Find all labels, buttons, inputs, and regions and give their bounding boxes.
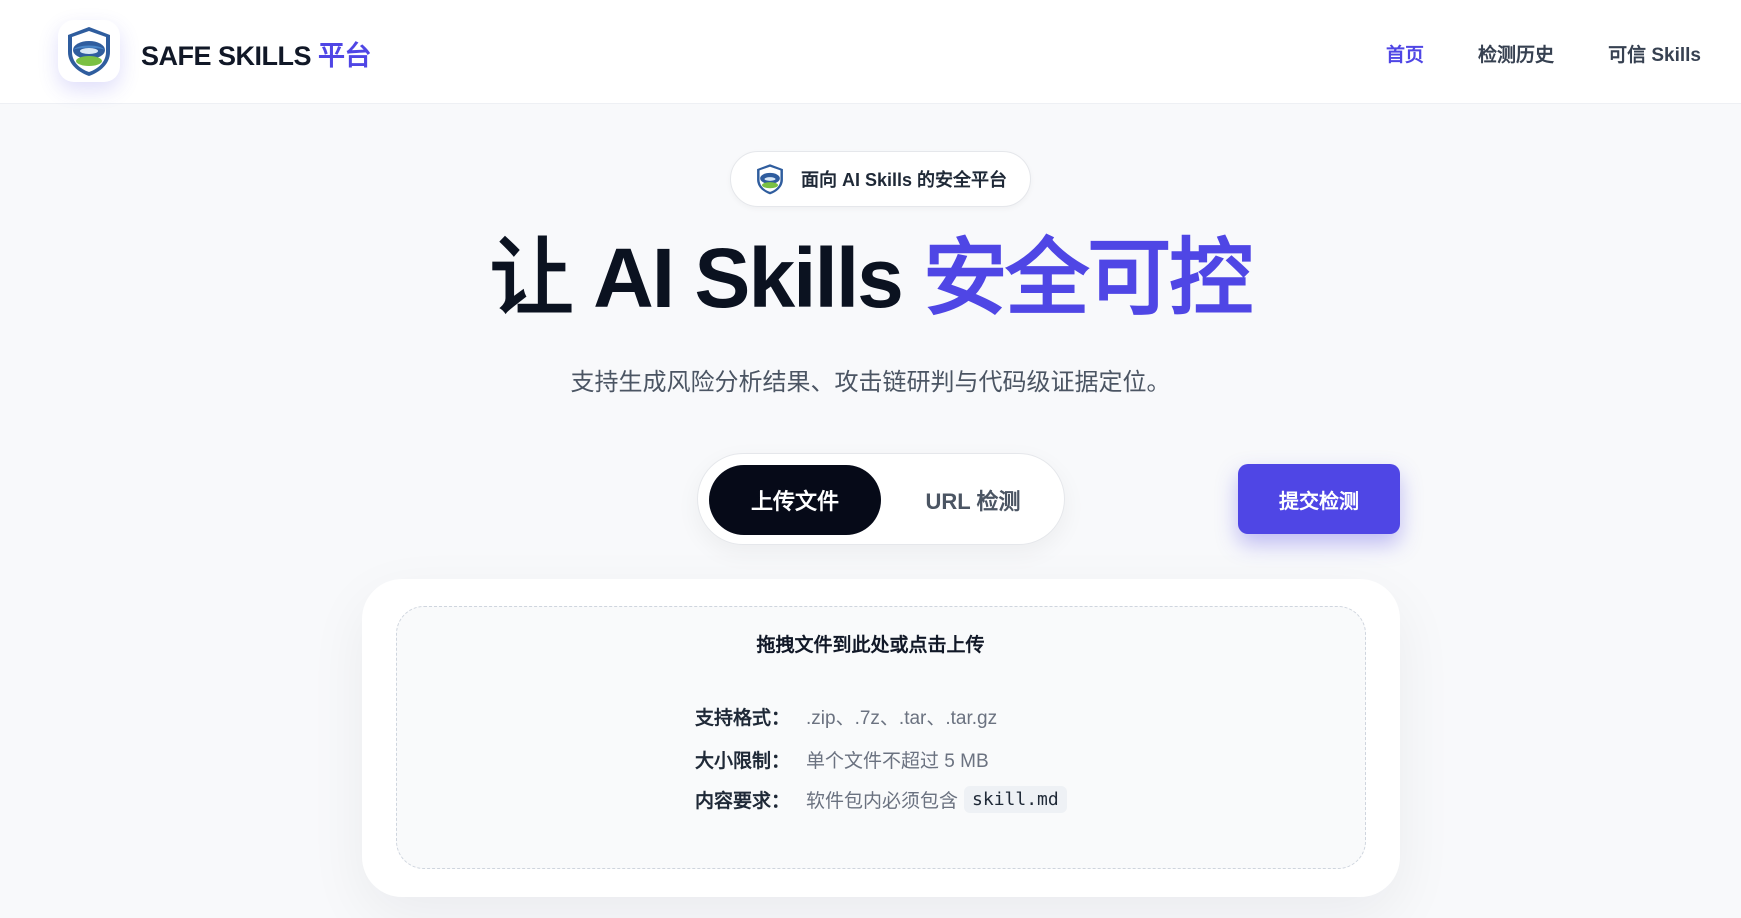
submit-check-button[interactable]: 提交检测: [1238, 464, 1400, 534]
hero-badge: 面向 AI Skills 的安全平台: [730, 151, 1031, 207]
hero-subtitle: 支持生成风险分析结果、攻击链研判与代码级证据定位。: [570, 369, 1171, 396]
upload-info-row: 大小限制： 单个文件不超过 5 MB: [695, 746, 989, 773]
required-file-code: skill.md: [964, 786, 1067, 813]
nav-history[interactable]: 检测历史: [1478, 40, 1554, 67]
brand-title[interactable]: SAFE SKILLS 平台: [141, 34, 372, 73]
info-value: 单个文件不超过 5 MB: [806, 751, 989, 772]
brand-accent: 平台: [318, 41, 372, 71]
info-value-wrap: 软件包内必须包含 skill.md: [806, 786, 1067, 813]
info-key: 支持格式：: [695, 708, 791, 729]
hero-title-accent: 安全可控: [923, 231, 1253, 325]
upload-card: [362, 579, 1400, 897]
dropzone-title: 拖拽文件到此处或点击上传: [756, 635, 985, 656]
upload-info-row: 支持格式： .zip、.7z、.tar、.tar.gz: [695, 703, 997, 730]
nav-trusted-skills[interactable]: 可信 Skills: [1608, 40, 1701, 67]
tab-upload-file[interactable]: 上传文件: [709, 465, 881, 535]
top-header: SAFE SKILLS 平台 首页 检测历史 可信 Skills: [0, 0, 1741, 104]
info-key: 内容要求：: [695, 791, 791, 812]
upload-info-row: 内容要求： 软件包内必须包含 skill.md: [695, 786, 1067, 813]
badge-text: 面向 AI Skills 的安全平台: [801, 170, 1008, 190]
hero-title: 让 AI Skills 安全可控: [0, 228, 1741, 328]
info-value: .zip、.7z、.tar、.tar.gz: [806, 708, 998, 729]
hero-title-main: 让 AI Skills: [489, 231, 924, 325]
nav-home[interactable]: 首页: [1386, 40, 1424, 67]
tab-url-check[interactable]: URL 检测: [888, 465, 1058, 535]
main-nav: 首页 检测历史 可信 Skills: [1386, 40, 1701, 67]
shield-logo-icon: [753, 162, 787, 196]
brand-main: SAFE SKILLS: [141, 41, 312, 71]
info-key: 大小限制：: [695, 751, 791, 772]
shield-logo-icon[interactable]: [58, 20, 120, 82]
info-value: 软件包内必须包含: [806, 791, 959, 812]
mode-tabs: 上传文件 URL 检测: [697, 453, 1065, 545]
